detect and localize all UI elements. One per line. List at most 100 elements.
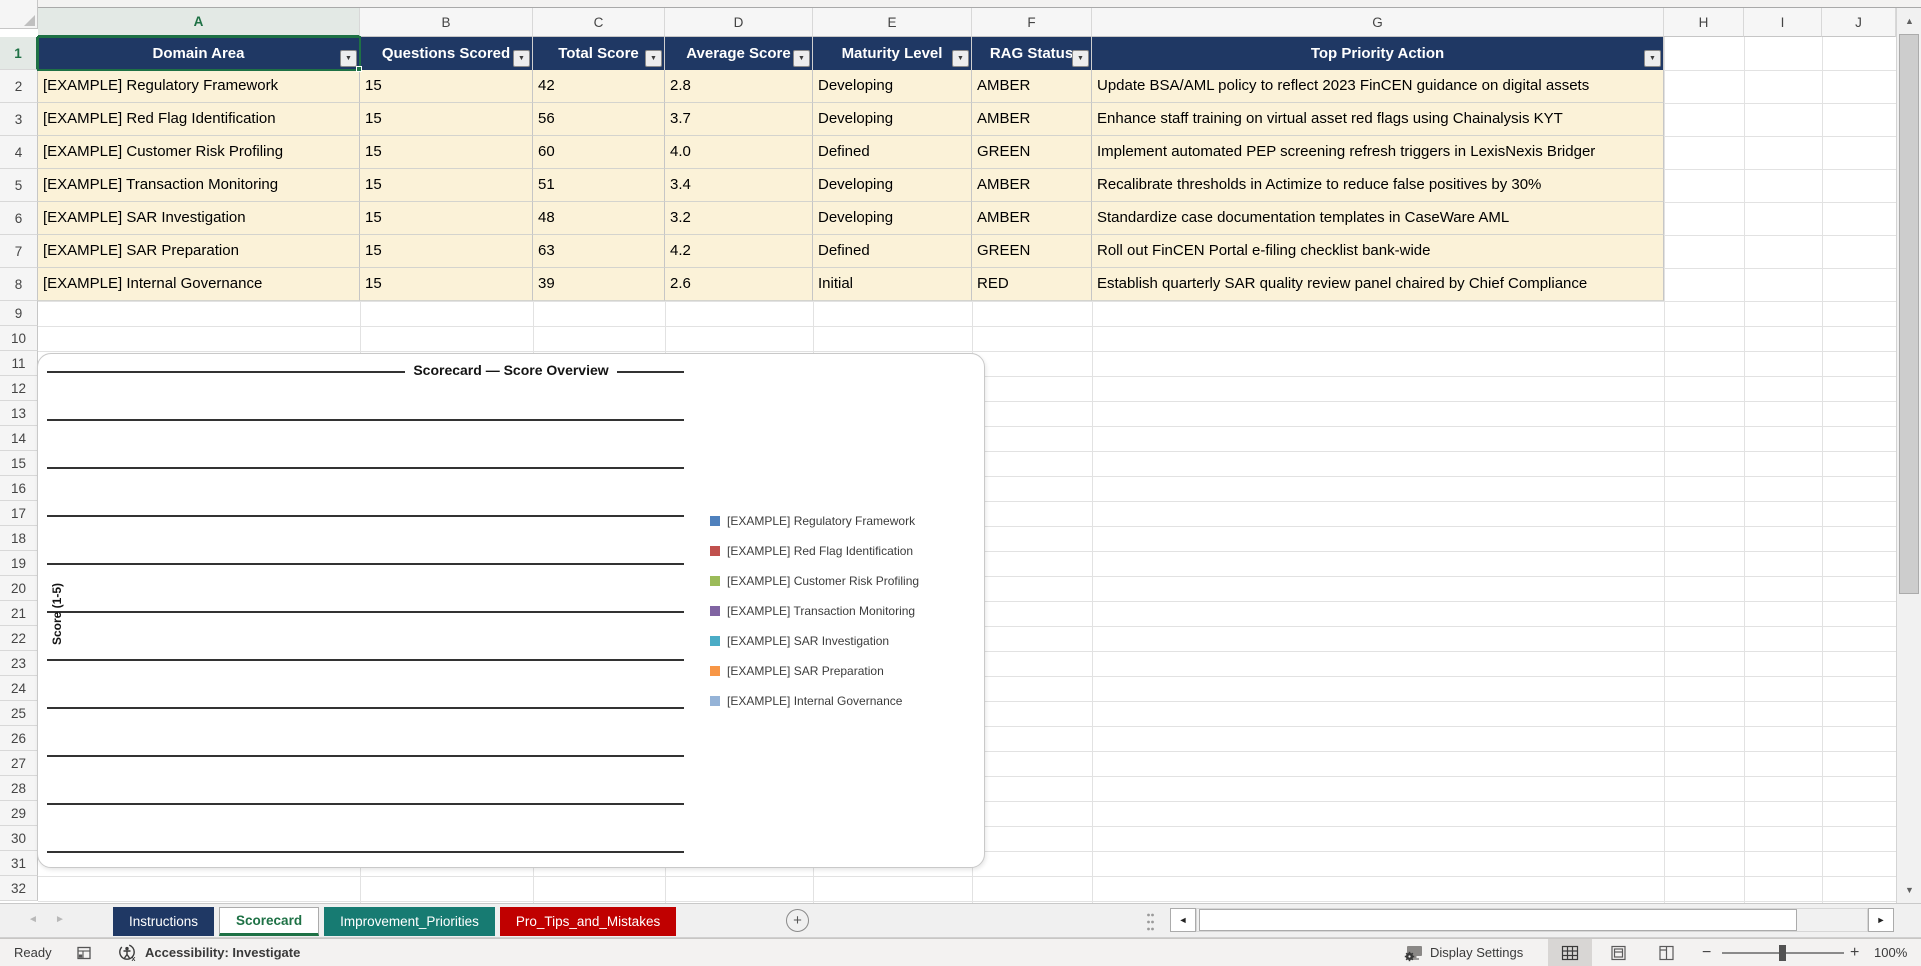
row-header-31[interactable]: 31 [0, 851, 38, 876]
cell-C7[interactable]: 63 [533, 235, 665, 268]
horizontal-scrollbar[interactable] [1196, 908, 1868, 932]
cell-B8[interactable]: 15 [360, 268, 533, 301]
cell-D6[interactable]: 3.2 [665, 202, 813, 235]
zoom-out-button[interactable]: − [1702, 939, 1711, 966]
cell-A4[interactable]: [EXAMPLE] Customer Risk Profiling [38, 136, 360, 169]
table-header-average-score[interactable]: Average Score ▼ [665, 37, 813, 70]
table-header-domain-area[interactable]: Domain Area ▼ [38, 37, 360, 70]
filter-button-rag-status[interactable]: ▼ [1072, 50, 1089, 67]
new-sheet-button[interactable]: + [786, 909, 809, 932]
column-header-c[interactable]: C [533, 8, 665, 37]
vscroll-down-arrow-icon[interactable]: ▼ [1897, 877, 1921, 902]
table-header-maturity-level[interactable]: Maturity Level ▼ [813, 37, 972, 70]
row-header-27[interactable]: 27 [0, 751, 38, 776]
row-header-18[interactable]: 18 [0, 526, 38, 551]
tab-scroll-left-icon[interactable]: ◄ [28, 914, 38, 925]
cell-F8[interactable]: RED [972, 268, 1092, 301]
cell-C3[interactable]: 56 [533, 103, 665, 136]
column-header-f[interactable]: F [972, 8, 1092, 37]
accessibility-status[interactable]: x Accessibility: Investigate [118, 939, 300, 966]
row-header-23[interactable]: 23 [0, 651, 38, 676]
table-header-rag-status[interactable]: RAG Status ▼ [972, 37, 1092, 70]
column-header-i[interactable]: I [1744, 8, 1822, 37]
sheet-tab-improvement-priorities[interactable]: Improvement_Priorities [324, 907, 495, 936]
column-header-b[interactable]: B [360, 8, 533, 37]
cell-G5[interactable]: Recalibrate thresholds in Actimize to re… [1092, 169, 1664, 202]
row-header-22[interactable]: 22 [0, 626, 38, 651]
cell-A8[interactable]: [EXAMPLE] Internal Governance [38, 268, 360, 301]
cell-A5[interactable]: [EXAMPLE] Transaction Monitoring [38, 169, 360, 202]
cell-G6[interactable]: Standardize case documentation templates… [1092, 202, 1664, 235]
column-header-d[interactable]: D [665, 8, 813, 37]
vertical-scrollbar[interactable]: ▲ ▼ [1896, 8, 1921, 903]
cell-A2[interactable]: [EXAMPLE] Regulatory Framework [38, 70, 360, 103]
hscroll-thumb[interactable] [1199, 909, 1797, 931]
cell-A6[interactable]: [EXAMPLE] SAR Investigation [38, 202, 360, 235]
cell-F4[interactable]: GREEN [972, 136, 1092, 169]
row-header-14[interactable]: 14 [0, 426, 38, 451]
column-header-a[interactable]: A [38, 8, 360, 37]
column-header-g[interactable]: G [1092, 8, 1664, 37]
filter-button-questions-scored[interactable]: ▼ [513, 50, 530, 67]
cell-B3[interactable]: 15 [360, 103, 533, 136]
display-settings-button[interactable]: Display Settings [1404, 939, 1523, 966]
row-header-25[interactable]: 25 [0, 701, 38, 726]
cell-G3[interactable]: Enhance staff training on virtual asset … [1092, 103, 1664, 136]
vscroll-up-arrow-icon[interactable]: ▲ [1897, 8, 1921, 33]
score-overview-chart[interactable]: Scorecard — Score Overview Score (1-5) [… [37, 353, 985, 868]
row-header-9[interactable]: 9 [0, 301, 38, 326]
zoom-level[interactable]: 100% [1874, 939, 1907, 966]
row-header-26[interactable]: 26 [0, 726, 38, 751]
cell-D8[interactable]: 2.6 [665, 268, 813, 301]
row-header-28[interactable]: 28 [0, 776, 38, 801]
sheet-tab-scorecard[interactable]: Scorecard [219, 907, 320, 936]
row-header-16[interactable]: 16 [0, 476, 38, 501]
cell-B7[interactable]: 15 [360, 235, 533, 268]
cell-B4[interactable]: 15 [360, 136, 533, 169]
cell-B2[interactable]: 15 [360, 70, 533, 103]
cell-C4[interactable]: 60 [533, 136, 665, 169]
row-header-19[interactable]: 19 [0, 551, 38, 576]
cell-F7[interactable]: GREEN [972, 235, 1092, 268]
table-header-questions-scored[interactable]: Questions Scored ▼ [360, 37, 533, 70]
view-page-layout-button[interactable] [1596, 939, 1640, 966]
cell-F5[interactable]: AMBER [972, 169, 1092, 202]
tab-scroll-right-icon[interactable]: ► [55, 914, 65, 925]
tab-splitter-handle-icon[interactable] [1146, 912, 1155, 937]
row-header-12[interactable]: 12 [0, 376, 38, 401]
cell-E8[interactable]: Initial [813, 268, 972, 301]
cell-F6[interactable]: AMBER [972, 202, 1092, 235]
cell-D2[interactable]: 2.8 [665, 70, 813, 103]
cell-E7[interactable]: Defined [813, 235, 972, 268]
cell-D5[interactable]: 3.4 [665, 169, 813, 202]
cell-C6[interactable]: 48 [533, 202, 665, 235]
cell-E5[interactable]: Developing [813, 169, 972, 202]
row-header-15[interactable]: 15 [0, 451, 38, 476]
table-header-top-priority-action[interactable]: Top Priority Action ▼ [1092, 37, 1664, 70]
cell-C8[interactable]: 39 [533, 268, 665, 301]
row-header-4[interactable]: 4 [0, 136, 38, 169]
row-header-3[interactable]: 3 [0, 103, 38, 136]
row-header-2[interactable]: 2 [0, 70, 38, 103]
sheet-tab-pro-tips-and-mistakes[interactable]: Pro_Tips_and_Mistakes [499, 907, 677, 936]
row-header-10[interactable]: 10 [0, 326, 38, 351]
filter-button-total-score[interactable]: ▼ [645, 50, 662, 67]
cell-E2[interactable]: Developing [813, 70, 972, 103]
cell-F3[interactable]: AMBER [972, 103, 1092, 136]
view-page-break-button[interactable] [1644, 939, 1688, 966]
vscroll-thumb[interactable] [1899, 34, 1919, 594]
row-header-24[interactable]: 24 [0, 676, 38, 701]
row-header-11[interactable]: 11 [0, 351, 38, 376]
view-normal-button[interactable] [1548, 939, 1592, 966]
filter-button-average-score[interactable]: ▼ [793, 50, 810, 67]
cell-E6[interactable]: Developing [813, 202, 972, 235]
row-header-21[interactable]: 21 [0, 601, 38, 626]
hscroll-left-arrow-icon[interactable]: ◄ [1170, 908, 1196, 932]
cell-G7[interactable]: Roll out FinCEN Portal e-filing checklis… [1092, 235, 1664, 268]
cell-C5[interactable]: 51 [533, 169, 665, 202]
cell-A3[interactable]: [EXAMPLE] Red Flag Identification [38, 103, 360, 136]
row-header-17[interactable]: 17 [0, 501, 38, 526]
filter-button-top-priority-action[interactable]: ▼ [1644, 50, 1661, 67]
filter-button-maturity-level[interactable]: ▼ [952, 50, 969, 67]
zoom-in-button[interactable]: + [1850, 939, 1859, 966]
